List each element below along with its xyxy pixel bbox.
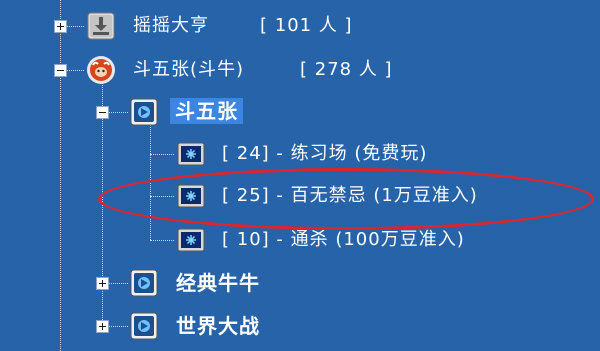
room-label[interactable]: [ 10] - 通杀 (100万豆准入): [222, 227, 465, 253]
game-name[interactable]: 斗五张(斗牛): [133, 57, 244, 83]
tree-guide-h: [150, 240, 174, 241]
room-icon: [177, 142, 205, 166]
annotation-ellipse: [98, 168, 594, 230]
category-label[interactable]: 世界大战: [176, 313, 260, 339]
download-icon: [87, 12, 115, 40]
category-icon: [130, 312, 158, 340]
game-tree: 摇摇大亨 [ 101 人 ] 斗五张(斗牛) [ 278 人 ] 斗五张 [2…: [0, 0, 600, 351]
category-icon: [130, 269, 158, 297]
bull-icon: [86, 55, 116, 85]
expand-toggle[interactable]: [96, 320, 109, 333]
player-count: [ 101 人 ]: [260, 15, 353, 36]
category-icon: [130, 98, 158, 126]
room-label[interactable]: [ 24] - 练习场 (免费玩): [222, 141, 427, 167]
player-count: [ 278 人 ]: [300, 59, 393, 80]
category-label[interactable]: 经典牛牛: [176, 270, 260, 296]
category-label-selected[interactable]: 斗五张: [170, 98, 243, 124]
collapse-toggle[interactable]: [96, 106, 109, 119]
expand-toggle[interactable]: [96, 277, 109, 290]
collapse-toggle[interactable]: [54, 64, 67, 77]
expand-toggle[interactable]: [54, 20, 67, 33]
tree-guide-h: [150, 154, 174, 155]
tree-guide-root: [60, 0, 61, 351]
room-icon: [177, 228, 205, 252]
game-name[interactable]: 摇摇大亨: [133, 13, 209, 39]
